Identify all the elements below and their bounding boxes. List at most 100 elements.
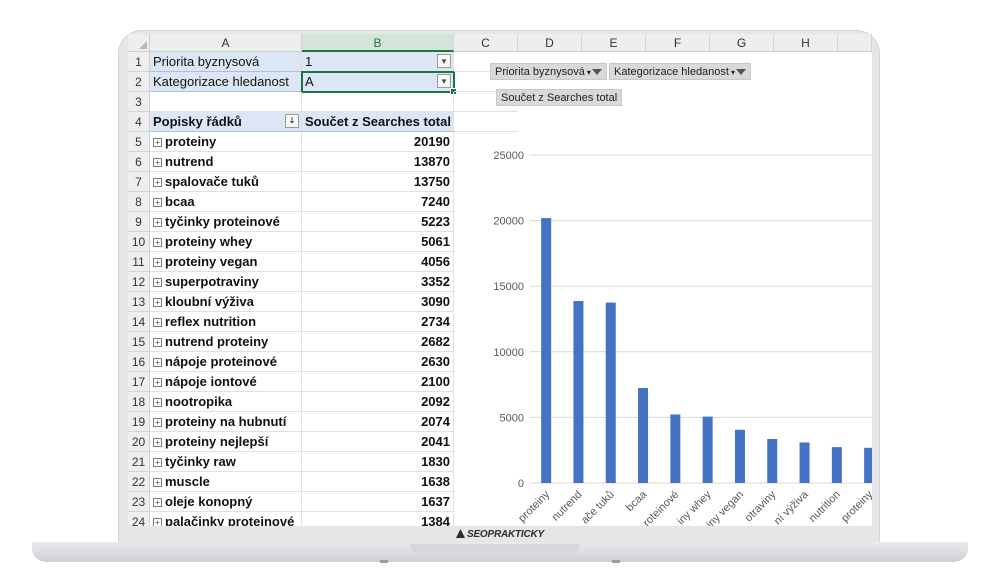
expand-icon[interactable]: + [153,498,162,507]
column-header-b[interactable]: B [302,34,454,52]
expand-icon[interactable]: + [153,418,162,427]
expand-icon[interactable]: + [153,358,162,367]
column-header-a[interactable]: A [150,34,302,52]
pivot-row-value[interactable]: 3352 [302,272,454,292]
pivot-row-value[interactable]: 5223 [302,212,454,232]
pivot-row-value[interactable]: 4056 [302,252,454,272]
expand-icon[interactable]: + [153,338,162,347]
bar[interactable] [573,301,584,483]
empty-cell[interactable] [150,92,302,112]
column-header-d[interactable]: D [518,34,582,52]
bar[interactable] [605,302,616,483]
chart-value-field-button[interactable]: Součet z Searches total [496,89,623,106]
expand-icon[interactable]: + [153,238,162,247]
row-header[interactable]: 20 [128,432,150,452]
bar[interactable] [702,416,713,483]
sort-filter-icon[interactable]: ⇣ [285,114,299,128]
row-header[interactable]: 4 [128,112,150,132]
row-header[interactable]: 15 [128,332,150,352]
pivot-row-label[interactable]: + tyčinky raw [150,452,302,472]
row-header[interactable]: 13 [128,292,150,312]
expand-icon[interactable]: + [153,218,162,227]
empty-cell[interactable] [302,92,454,112]
column-header-h[interactable]: H [774,34,838,52]
pivot-row-label[interactable]: + proteiny na hubnutí [150,412,302,432]
pivot-row-label[interactable]: + nápoje proteinové [150,352,302,372]
filter-dropdown-icon[interactable]: ▾ [437,54,451,68]
row-header[interactable]: 22 [128,472,150,492]
row-header[interactable]: 8 [128,192,150,212]
pivot-row-value[interactable]: 5061 [302,232,454,252]
row-header[interactable]: 12 [128,272,150,292]
filter-label-2[interactable]: Kategorizace hledanost [150,72,302,92]
column-header-f[interactable]: F [646,34,710,52]
chart-filter-button-2[interactable]: Kategorizace hledanost ▾ [609,63,751,80]
expand-icon[interactable]: + [153,518,162,526]
row-header[interactable]: 11 [128,252,150,272]
pivot-row-label[interactable]: + proteiny nejlepší [150,432,302,452]
row-header[interactable]: 7 [128,172,150,192]
row-header[interactable]: 23 [128,492,150,512]
expand-icon[interactable]: + [153,258,162,267]
pivot-row-label[interactable]: + bcaa [150,192,302,212]
pivot-row-value[interactable]: 2630 [302,352,454,372]
pivot-row-label[interactable]: + proteiny vegan [150,252,302,272]
row-header[interactable]: 1 [128,52,150,72]
pivot-row-value[interactable]: 2041 [302,432,454,452]
row-header[interactable]: 10 [128,232,150,252]
pivot-row-label[interactable]: + proteiny [150,132,302,152]
chart-filter-button-1[interactable]: Priorita byznysová ▾ [490,63,607,80]
expand-icon[interactable]: + [153,318,162,327]
row-header[interactable]: 19 [128,412,150,432]
column-header-partial[interactable] [838,34,872,52]
pivot-row-value[interactable]: 1830 [302,452,454,472]
pivot-row-label[interactable]: + nápoje iontové [150,372,302,392]
expand-icon[interactable]: + [153,438,162,447]
filter-label-1[interactable]: Priorita byznysová [150,52,302,72]
pivot-row-value[interactable]: 2734 [302,312,454,332]
pivot-row-label[interactable]: + spalovače tuků [150,172,302,192]
pivot-row-value[interactable]: 2092 [302,392,454,412]
pivot-row-value[interactable]: 1384 [302,512,454,526]
bar[interactable] [734,429,745,483]
expand-icon[interactable]: + [153,458,162,467]
expand-icon[interactable]: + [153,138,162,147]
row-header[interactable]: 16 [128,352,150,372]
pivot-value-header[interactable]: Součet z Searches total [302,112,454,132]
pivot-row-label[interactable]: + nutrend proteiny [150,332,302,352]
pivot-row-label[interactable]: + superpotraviny [150,272,302,292]
row-header[interactable]: 2 [128,72,150,92]
expand-icon[interactable]: + [153,378,162,387]
bar[interactable] [767,439,778,483]
pivot-row-value[interactable]: 20190 [302,132,454,152]
pivot-row-value[interactable]: 2074 [302,412,454,432]
select-all-corner[interactable] [128,34,150,52]
column-header-e[interactable]: E [582,34,646,52]
pivot-row-label[interactable]: + muscle [150,472,302,492]
pivot-row-label[interactable]: + tyčinky proteinové [150,212,302,232]
row-header[interactable]: 6 [128,152,150,172]
expand-icon[interactable]: + [153,278,162,287]
bar[interactable] [541,218,552,484]
empty-cell[interactable] [454,112,518,132]
expand-icon[interactable]: + [153,158,162,167]
pivot-row-value[interactable]: 1637 [302,492,454,512]
row-header[interactable]: 17 [128,372,150,392]
expand-icon[interactable]: + [153,298,162,307]
pivot-row-value[interactable]: 3090 [302,292,454,312]
pivot-row-value[interactable]: 1638 [302,472,454,492]
pivot-row-value[interactable]: 2682 [302,332,454,352]
pivot-row-label[interactable]: + proteiny whey [150,232,302,252]
pivot-row-label[interactable]: + reflex nutrition [150,312,302,332]
pivot-row-label[interactable]: + nutrend [150,152,302,172]
pivot-row-label[interactable]: + nootropika [150,392,302,412]
expand-icon[interactable]: + [153,178,162,187]
bar[interactable] [831,447,842,483]
pivot-row-label[interactable]: + oleje konopný [150,492,302,512]
pivot-row-value[interactable]: 13750 [302,172,454,192]
column-header-g[interactable]: G [710,34,774,52]
pivot-row-header[interactable]: Popisky řádků ⇣ [150,112,302,132]
row-header[interactable]: 9 [128,212,150,232]
pivot-row-label[interactable]: + palačinky proteinové [150,512,302,526]
bar[interactable] [864,447,872,483]
